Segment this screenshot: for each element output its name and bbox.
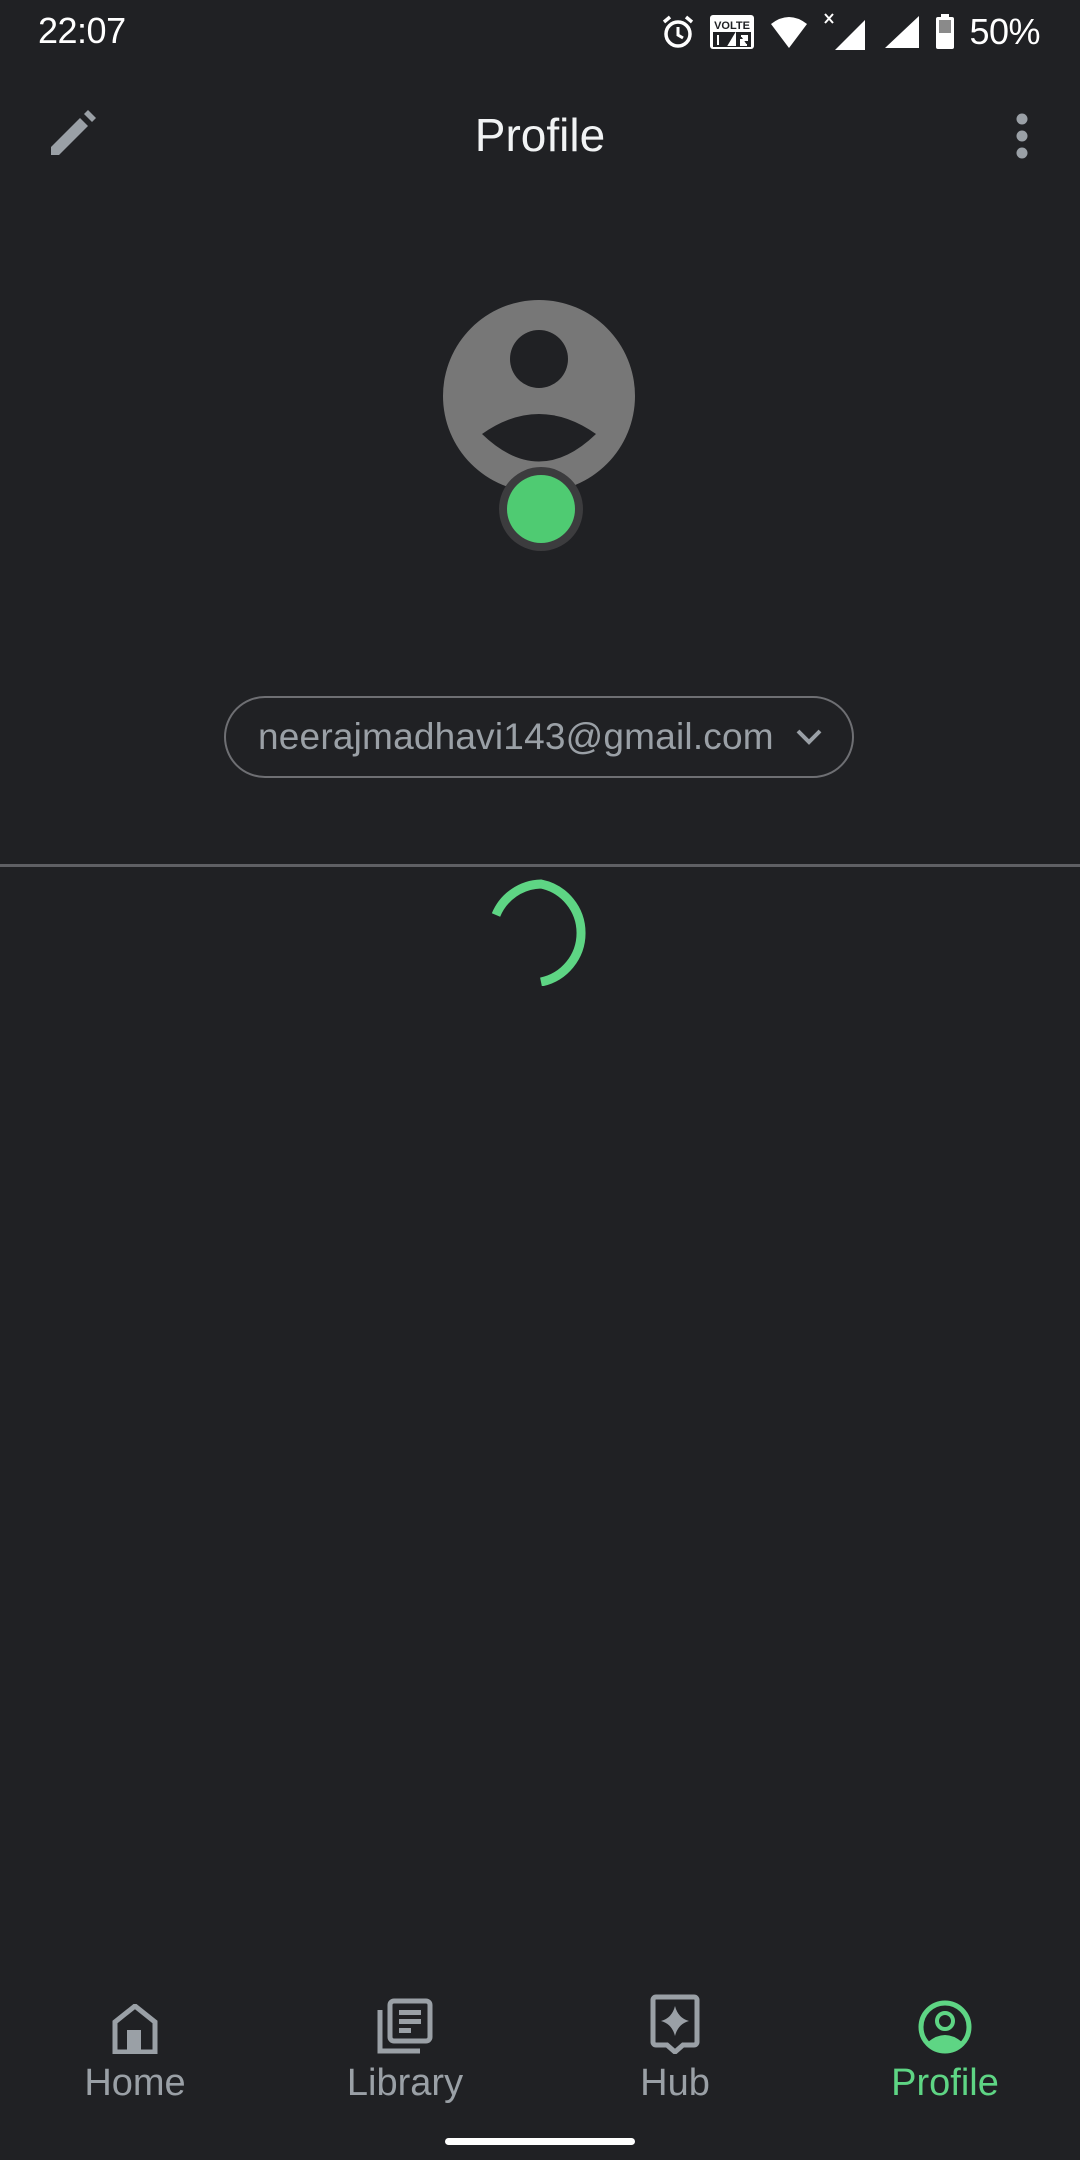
wifi-icon [769, 14, 809, 50]
library-icon [377, 1990, 433, 2054]
profile-avatar-section [442, 299, 638, 559]
hub-icon [650, 1990, 700, 2054]
nav-label: Library [346, 2062, 464, 2104]
alarm-icon [661, 14, 695, 50]
page-title: Profile [474, 109, 606, 161]
account-switcher[interactable]: neerajmadhavi143@gmail.com [224, 696, 854, 778]
status-bar: 22:07 VOLTE 50% [0, 0, 1080, 66]
section-divider [0, 864, 1080, 867]
status-time: 22:07 [38, 10, 126, 51]
avatar[interactable] [442, 299, 636, 493]
loading-spinner [484, 874, 596, 987]
signal-x-icon [823, 12, 867, 52]
status-indicator [507, 475, 575, 543]
more-options-button[interactable] [992, 108, 1052, 168]
more-vert-icon [1015, 113, 1029, 164]
status-icons: VOLTE 50% [661, 10, 1040, 54]
account-email: neerajmadhavi143@gmail.com [258, 716, 774, 757]
bottom-navigation: Home Library Hub Profile [0, 1990, 1080, 2110]
battery-percent: 50% [969, 11, 1040, 52]
app-bar: Profile [0, 96, 1080, 176]
home-icon [111, 1990, 159, 2054]
nav-label: Hub [640, 2062, 710, 2104]
volte-icon: VOLTE [709, 14, 755, 50]
nav-item-profile[interactable]: Profile [810, 1990, 1080, 2110]
nav-item-hub[interactable]: Hub [540, 1990, 810, 2110]
nav-item-home[interactable]: Home [0, 1990, 270, 2110]
profile-icon [918, 1990, 972, 2054]
nav-label: Profile [891, 2062, 999, 2104]
battery-icon [935, 14, 955, 50]
signal-icon [881, 14, 921, 50]
online-status-badge [499, 467, 583, 551]
home-gesture-bar[interactable] [445, 2138, 635, 2145]
svg-text:VOLTE: VOLTE [715, 20, 751, 32]
nav-label: Home [84, 2062, 186, 2104]
nav-item-library[interactable]: Library [270, 1990, 540, 2110]
chevron-down-icon [794, 720, 824, 759]
